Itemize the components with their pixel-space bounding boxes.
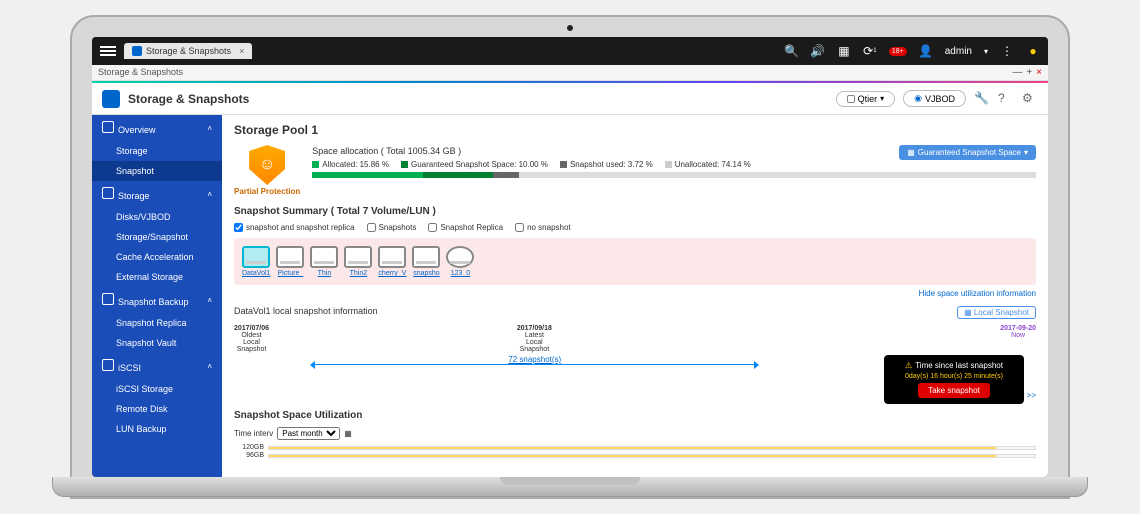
take-snapshot-button[interactable]: Take snapshot (918, 383, 990, 398)
gear-icon[interactable]: ⚙ (1022, 91, 1038, 107)
volume-item[interactable]: DataVol1 (242, 246, 270, 277)
snapshot-count-link[interactable]: 72 snapshot(s) (504, 355, 565, 364)
allocation-legend: Allocated: 15.86 % Guaranteed Snapshot S… (312, 160, 1036, 169)
sidebar-item-snapshot[interactable]: Snapshot (92, 161, 222, 181)
filter-row: snapshot and snapshot replica Snapshots … (234, 223, 1036, 232)
calendar-icon[interactable]: ▦ (344, 429, 352, 438)
help-icon[interactable]: ? (998, 91, 1014, 107)
app-icon (102, 90, 120, 108)
volume-item[interactable]: Thin (310, 246, 338, 277)
tools-icon[interactable]: 🔧 (974, 91, 990, 107)
close-icon[interactable]: × (1036, 67, 1042, 78)
notification-badge[interactable]: 18+ (889, 47, 907, 56)
sidebar-item-vault[interactable]: Snapshot Vault (92, 333, 222, 353)
allocation-bar (312, 172, 1036, 178)
qtier-button[interactable]: Qtier▾ (836, 91, 896, 107)
sidebar-item-disks[interactable]: Disks/VJBOD (92, 207, 222, 227)
sidebar-item-storage[interactable]: Storage (92, 141, 222, 161)
breadcrumb: Storage & Snapshots (98, 67, 183, 78)
gss-button[interactable]: ▦Guaranteed Snapshot Space▾ (899, 145, 1036, 160)
timeline-title: DataVol1 local snapshot information (234, 306, 378, 319)
minimize-icon[interactable]: — (1012, 67, 1022, 78)
filter-none[interactable]: no snapshot (515, 223, 571, 232)
utilization-title: Snapshot Space Utilization (234, 410, 1036, 421)
sidebar-item-replica[interactable]: Snapshot Replica (92, 313, 222, 333)
volume-item[interactable]: Thin2 (344, 246, 372, 277)
user-icon[interactable]: 👤 (919, 44, 933, 58)
volume-item[interactable]: 123_0 (446, 246, 474, 277)
sidebar-group-iscsi[interactable]: iSCSI˄ (92, 353, 222, 379)
os-topbar: Storage & Snapshots × 🔍 🔊 ▦ ⟳1 18+ 👤 adm… (92, 37, 1048, 65)
laptop-camera (567, 25, 573, 31)
chevron-down-icon[interactable]: ▾ (984, 47, 988, 56)
sidebar-item-storage-snapshot[interactable]: Storage/Snapshot (92, 227, 222, 247)
menu-icon[interactable] (100, 46, 116, 56)
hide-utilization-link[interactable]: Hide space utilization information (234, 289, 1036, 298)
allocation-title: Space allocation ( Total 1005.34 GB ) (312, 146, 461, 156)
filter-snapshots[interactable]: Snapshots (367, 223, 417, 232)
more-icon[interactable]: ⋮ (1000, 44, 1014, 58)
filter-replica[interactable]: Snapshot Replica (428, 223, 503, 232)
tab-title: Storage & Snapshots (146, 46, 231, 56)
content-area: Storage Pool 1 ☺ Partial Protection Spac… (222, 115, 1048, 477)
vjbod-button[interactable]: ◉VJBOD (903, 90, 966, 107)
utilization-chart: 120GB 96GB (234, 444, 1036, 459)
volume-item[interactable]: Picture_ (276, 246, 304, 277)
volume-list: DataVol1 Picture_ Thin Thin2 cherry_V sn… (234, 238, 1036, 285)
search-icon[interactable]: 🔍 (785, 44, 799, 58)
interval-select[interactable]: Past month (277, 427, 340, 440)
dashboard-icon[interactable]: ▦ (837, 44, 851, 58)
user-name[interactable]: admin (945, 46, 972, 57)
sidebar-item-lun-backup[interactable]: LUN Backup (92, 419, 222, 439)
shield-icon: ☺ (249, 145, 285, 185)
app-tab[interactable]: Storage & Snapshots × (124, 43, 252, 59)
local-snapshot-badge: ▦ Local Snapshot (957, 306, 1036, 319)
sidebar-group-storage[interactable]: Storage˄ (92, 181, 222, 207)
timeline-now: 2017-09-20 Now (1000, 325, 1036, 353)
filter-both[interactable]: snapshot and snapshot replica (234, 223, 355, 232)
sidebar-group-backup[interactable]: Snapshot Backup˄ (92, 287, 222, 313)
sidebar-item-iscsi-storage[interactable]: iSCSI Storage (92, 379, 222, 399)
sidebar-group-overview[interactable]: Overview˄ (92, 115, 222, 141)
refresh-icon[interactable]: ⟳1 (863, 44, 877, 58)
snapshot-popup: ⚠Time since last snapshot 0day(s) 16 hou… (884, 355, 1024, 404)
timeline-arrow: 72 snapshot(s) (314, 355, 755, 365)
close-icon[interactable]: × (239, 46, 244, 56)
help-icon[interactable]: ● (1026, 44, 1040, 58)
warning-icon: ⚠ (905, 361, 912, 370)
sidebar-item-external[interactable]: External Storage (92, 267, 222, 287)
timeline-oldest: 2017/07/06 OldestLocalSnapshot (234, 325, 269, 353)
protection-shield: ☺ Partial Protection (234, 145, 300, 196)
volume-item[interactable]: cherry_V (378, 246, 406, 277)
sidebar-item-cache[interactable]: Cache Acceleration (92, 247, 222, 267)
page-title: Storage Pool 1 (234, 123, 1036, 137)
sidebar: Overview˄ Storage Snapshot Storage˄ Disk… (92, 115, 222, 477)
app-header: Storage & Snapshots Qtier▾ ◉VJBOD 🔧 ? ⚙ (92, 83, 1048, 115)
breadcrumb-bar: Storage & Snapshots — + × (92, 65, 1048, 81)
tab-app-icon (132, 46, 142, 56)
volume-icon[interactable]: 🔊 (811, 44, 825, 58)
summary-title: Snapshot Summary ( Total 7 Volume/LUN ) (234, 206, 1036, 217)
app-title: Storage & Snapshots (128, 92, 249, 106)
timeline-latest: 2017/09/18 LatestLocalSnapshot (517, 325, 552, 353)
shield-status: Partial Protection (234, 187, 300, 196)
volume-item[interactable]: snapsho (412, 246, 440, 277)
timeline: 2017/07/06 OldestLocalSnapshot 2017/09/1… (234, 325, 1036, 385)
time-since: 0day(s) 16 hour(s) 25 minute(s) (894, 373, 1014, 380)
sidebar-item-remote-disk[interactable]: Remote Disk (92, 399, 222, 419)
maximize-icon[interactable]: + (1026, 67, 1032, 78)
laptop-base (52, 477, 1088, 497)
interval-label: Time interv (234, 429, 273, 438)
